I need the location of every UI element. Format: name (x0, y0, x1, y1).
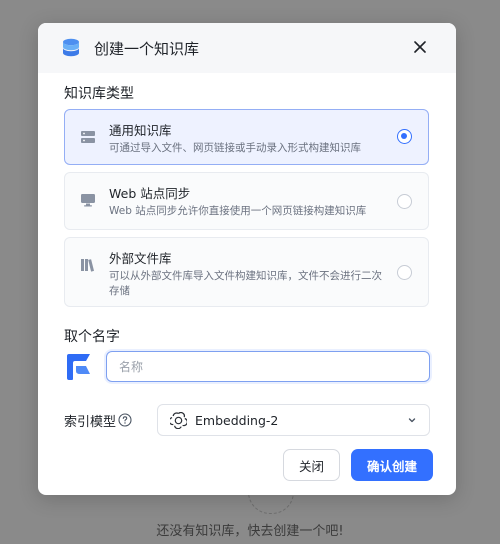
help-icon[interactable] (118, 413, 132, 427)
chevron-down-icon (407, 415, 417, 425)
openai-icon (170, 411, 187, 429)
type-option-name: Web 站点同步 (109, 186, 191, 201)
close-button[interactable]: 关闭 (283, 449, 340, 481)
index-model-label: 索引模型 (64, 414, 117, 430)
type-option-name: 通用知识库 (109, 123, 172, 138)
dialog-header: 创建一个知识库 (38, 23, 456, 73)
index-model-label-wrap: 索引模型 (64, 411, 157, 430)
type-option-web-sync[interactable]: Web 站点同步 Web 站点同步允许你直接使用一个网页链接构建知识库 (64, 172, 429, 230)
index-model-value: Embedding-2 (195, 412, 279, 428)
create-knowledge-base-dialog: 创建一个知识库 知识库类型 通用知识库 可通过导入文件、网页链接或手动录入形式构… (38, 23, 456, 495)
dialog-footer: 关闭 确认创建 (283, 449, 433, 481)
radio-web-sync[interactable] (397, 194, 412, 209)
server-icon (79, 128, 97, 146)
type-options: 通用知识库 可通过导入文件、网页链接或手动录入形式构建知识库 Web 站点同步 … (38, 105, 456, 307)
confirm-create-button[interactable]: 确认创建 (351, 449, 433, 481)
database-icon (60, 37, 82, 59)
type-option-general[interactable]: 通用知识库 可通过导入文件、网页链接或手动录入形式构建知识库 (64, 109, 429, 165)
type-option-external-files[interactable]: 外部文件库 可以从外部文件库导入文件构建知识库，文件不会进行二次存储 (64, 237, 429, 307)
knowledge-base-avatar-icon[interactable] (64, 352, 94, 382)
empty-state-illustration (248, 492, 294, 514)
index-model-select[interactable]: Embedding-2 (157, 404, 430, 436)
dialog-title: 创建一个知识库 (94, 39, 200, 58)
monitor-icon (79, 191, 97, 209)
radio-external-files[interactable] (397, 265, 412, 280)
close-icon[interactable] (410, 37, 430, 57)
type-option-description: 可通过导入文件、网页链接或手动录入形式构建知识库 (109, 142, 361, 154)
radio-general[interactable] (397, 129, 412, 144)
books-icon (79, 256, 97, 274)
name-row (64, 351, 456, 382)
type-option-description: 可以从外部文件库导入文件构建知识库，文件不会进行二次存储 (109, 270, 382, 297)
type-option-name: 外部文件库 (109, 251, 172, 266)
type-section-label: 知识库类型 (64, 86, 134, 102)
type-option-description: Web 站点同步允许你直接使用一个网页链接构建知识库 (109, 205, 367, 217)
name-label: 取个名字 (64, 329, 120, 345)
index-model-row: 索引模型 Embedding-2 (64, 404, 456, 436)
empty-state-text: 还没有知识库，快去创建一个吧! (156, 524, 344, 539)
name-input[interactable] (106, 351, 430, 382)
